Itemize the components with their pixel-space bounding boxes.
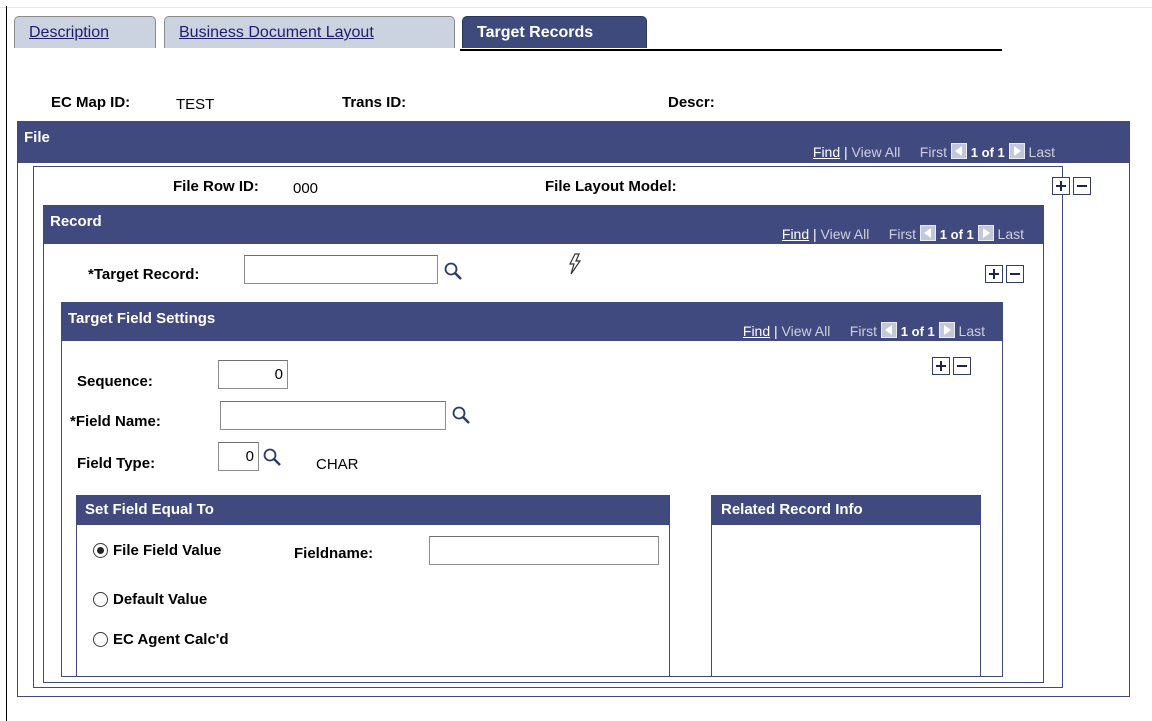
file-layout-model-label: File Layout Model: — [545, 178, 677, 195]
record-header: Record Find | View All First 1 of 1 Last — [44, 206, 1043, 244]
related-record-info-header: Related Record Info — [712, 496, 980, 525]
file-nav: Find | View All First 1 of 1 Last — [813, 143, 1055, 160]
view-all-link[interactable]: View All — [782, 323, 831, 339]
magnifier-icon[interactable] — [443, 261, 463, 281]
first-link[interactable]: First — [889, 226, 916, 242]
sequence-input[interactable] — [218, 360, 288, 389]
view-all-link[interactable]: View All — [821, 226, 870, 242]
right-arrow-icon[interactable] — [938, 322, 955, 338]
file-delete-row-button[interactable] — [1073, 177, 1091, 195]
nav-separator: | — [774, 323, 778, 339]
ec-map-id-label: EC Map ID: — [51, 94, 131, 111]
page-indicator: 1 of 1 — [900, 324, 935, 339]
field-add-row-button[interactable] — [932, 357, 950, 375]
tab-label: Business Document Layout — [179, 24, 374, 41]
last-link[interactable]: Last — [959, 323, 985, 339]
file-row-id-label: File Row ID: — [173, 178, 259, 195]
nav-separator: | — [844, 144, 848, 160]
record-add-row-button[interactable] — [985, 265, 1003, 283]
right-arrow-icon[interactable] — [1008, 143, 1025, 159]
nav-separator: | — [813, 226, 817, 242]
tab-label: Description — [29, 24, 110, 41]
first-link[interactable]: First — [920, 144, 947, 160]
record-nav: Find | View All First 1 of 1 Last — [782, 225, 1024, 242]
lightning-icon[interactable] — [565, 253, 585, 275]
field-type-label: Field Type: — [77, 455, 156, 472]
field-name-label: *Field Name: — [70, 413, 161, 430]
tab-business-document-layout[interactable]: Business Document Layout — [164, 16, 455, 48]
field-type-description: CHAR — [316, 456, 359, 473]
set-field-equal-to-header: Set Field Equal To — [77, 496, 669, 525]
fieldname-label: Fieldname: — [294, 545, 374, 562]
find-link[interactable]: Find — [743, 323, 770, 339]
last-link[interactable]: Last — [998, 226, 1024, 242]
tab-underline — [460, 49, 1002, 51]
page-indicator: 1 of 1 — [939, 227, 974, 242]
fieldname-input[interactable] — [429, 536, 659, 565]
tab-description[interactable]: Description — [14, 16, 156, 48]
ec-agent-calcd-label[interactable]: EC Agent Calc'd — [113, 631, 229, 648]
tab-target-records[interactable]: Target Records — [462, 16, 647, 48]
file-header: File Find | View All First 1 of 1 Last — [18, 122, 1129, 163]
set-field-equal-to-title: Set Field Equal To — [85, 501, 214, 518]
field-delete-row-button[interactable] — [953, 357, 971, 375]
sequence-label: Sequence: — [77, 373, 153, 390]
last-link[interactable]: Last — [1029, 144, 1055, 160]
find-link[interactable]: Find — [813, 144, 840, 160]
field-type-input[interactable] — [218, 442, 259, 471]
magnifier-icon[interactable] — [262, 447, 282, 467]
right-arrow-icon[interactable] — [977, 225, 994, 241]
target-field-settings-nav: Find | View All First 1 of 1 Last — [743, 322, 985, 339]
target-field-settings-header: Target Field Settings Find | View All Fi… — [62, 303, 1002, 341]
record-delete-row-button[interactable] — [1006, 265, 1024, 283]
left-arrow-icon[interactable] — [950, 143, 967, 159]
default-value-radio[interactable] — [93, 592, 108, 607]
target-record-label: *Target Record: — [88, 266, 200, 283]
view-all-link[interactable]: View All — [852, 144, 901, 160]
page-indicator: 1 of 1 — [970, 145, 1005, 160]
top-rule — [0, 7, 1152, 8]
set-field-equal-to-group: Set Field Equal To — [76, 495, 670, 677]
descr-label: Descr: — [668, 94, 715, 111]
default-value-label[interactable]: Default Value — [113, 591, 207, 608]
related-record-info-group: Related Record Info — [711, 495, 981, 677]
left-arrow-icon[interactable] — [919, 225, 936, 241]
target-field-settings-title: Target Field Settings — [68, 310, 216, 327]
file-add-row-button[interactable] — [1052, 177, 1070, 195]
file-field-value-radio[interactable] — [93, 543, 108, 558]
target-record-input[interactable] — [244, 255, 438, 284]
tab-label: Target Records — [477, 24, 594, 41]
first-link[interactable]: First — [850, 323, 877, 339]
related-record-info-title: Related Record Info — [721, 501, 863, 518]
magnifier-icon[interactable] — [451, 405, 471, 425]
left-arrow-icon[interactable] — [880, 322, 897, 338]
record-title: Record — [50, 213, 102, 230]
file-title: File — [24, 129, 50, 146]
ec-agent-calcd-radio[interactable] — [93, 632, 108, 647]
file-field-value-label[interactable]: File Field Value — [113, 542, 221, 559]
trans-id-label: Trans ID: — [342, 94, 407, 111]
ec-map-id-value: TEST — [176, 96, 215, 113]
find-link[interactable]: Find — [782, 226, 809, 242]
field-name-input[interactable] — [220, 401, 446, 430]
file-row-id-value: 000 — [293, 180, 319, 197]
left-rule — [6, 6, 7, 721]
